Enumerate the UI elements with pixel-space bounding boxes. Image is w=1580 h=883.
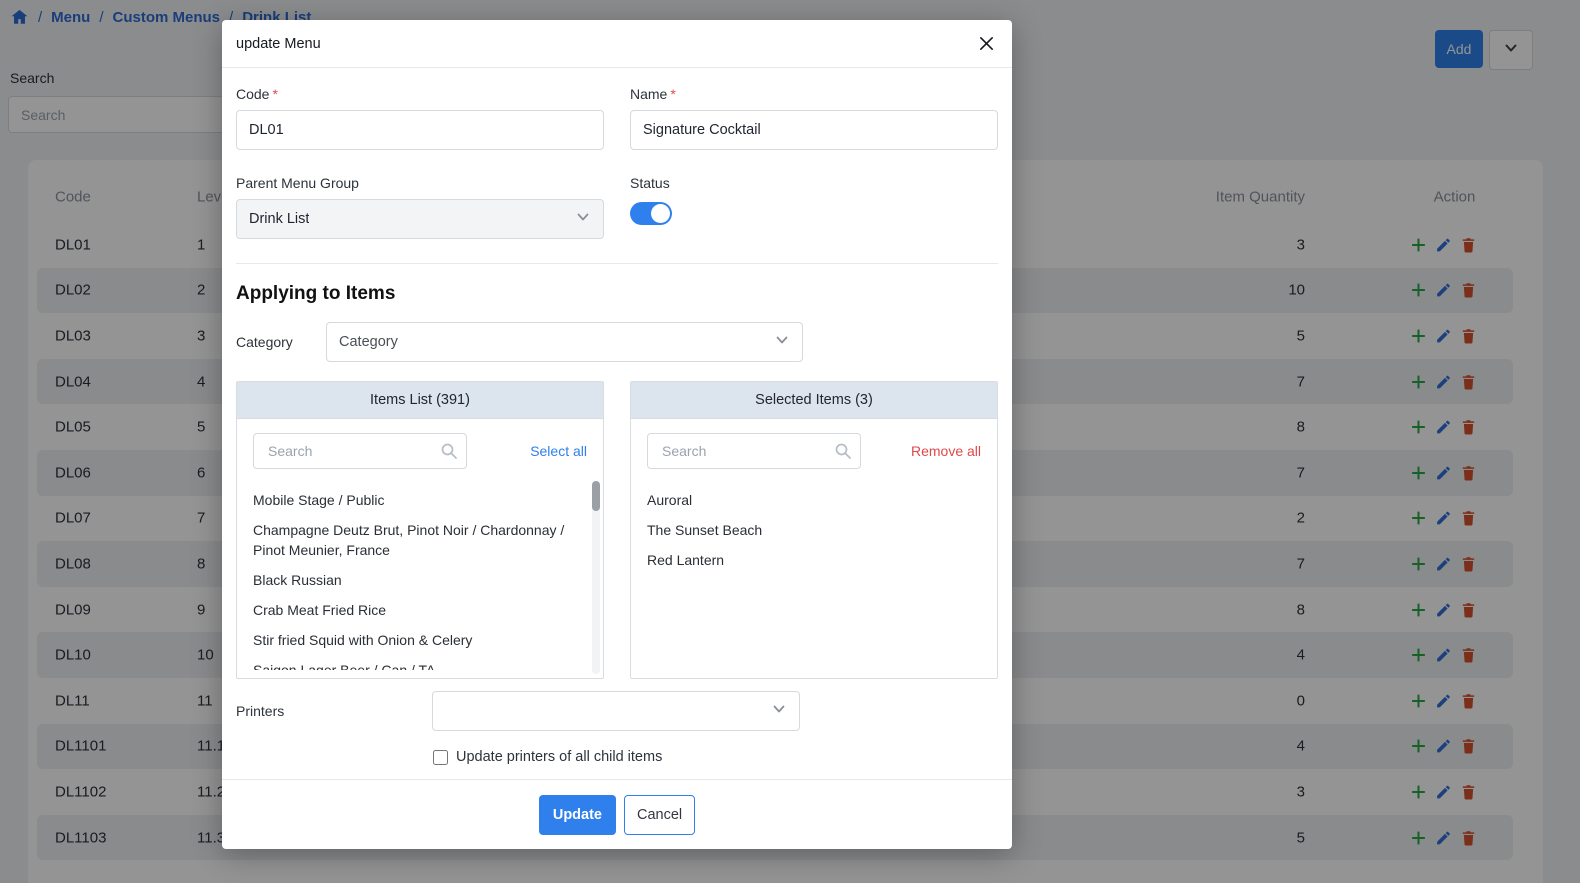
name-input[interactable]	[630, 110, 998, 150]
close-icon[interactable]	[975, 32, 998, 55]
update-button[interactable]: Update	[539, 795, 616, 835]
name-field-group: Name*	[630, 86, 998, 150]
list-item[interactable]: Red Lantern	[647, 545, 981, 575]
list-item[interactable]: Champagne Deutz Brut, Pinot Noir / Chard…	[253, 515, 587, 565]
items-list-search-input[interactable]	[253, 433, 467, 469]
items-list: Mobile Stage / PublicChampagne Deutz Bru…	[253, 485, 587, 670]
category-row: Category Category	[236, 322, 998, 362]
search-icon	[440, 442, 458, 465]
list-item[interactable]: Crab Meat Fried Rice	[253, 595, 587, 625]
printers-select[interactable]	[432, 691, 800, 731]
list-item[interactable]: Mobile Stage / Public	[253, 485, 587, 515]
modal-header: update Menu	[222, 20, 1012, 68]
selected-items-body: Remove all AuroralThe Sunset BeachRed La…	[631, 419, 997, 678]
list-item[interactable]: Saigon Lager Beer / Can / TA	[253, 655, 587, 670]
printers-row: Printers	[236, 691, 998, 731]
chevron-down-icon	[771, 701, 787, 721]
select-all-link[interactable]: Select all	[530, 443, 587, 459]
list-item[interactable]: Stir fried Squid with Onion & Celery	[253, 625, 587, 655]
cancel-button[interactable]: Cancel	[624, 795, 695, 835]
parent-menu-group-field: Parent Menu Group Drink List	[236, 175, 604, 239]
items-list-title: Items List (391)	[237, 382, 603, 419]
selected-items-search	[647, 433, 861, 469]
category-select[interactable]: Category	[326, 322, 803, 362]
category-label: Category	[236, 334, 326, 350]
update-printers-checkbox-row: Update printers of all child items	[433, 747, 998, 767]
update-printers-checkbox-label: Update printers of all child items	[456, 749, 662, 765]
selected-items-panel: Selected Items (3) Remove all	[630, 381, 998, 679]
printers-label: Printers	[236, 703, 432, 719]
modal-title: update Menu	[236, 36, 321, 52]
parent-menu-group-select[interactable]: Drink List	[236, 199, 604, 239]
remove-all-link[interactable]: Remove all	[911, 443, 981, 459]
list-item[interactable]: The Sunset Beach	[647, 515, 981, 545]
selected-items-list: AuroralThe Sunset BeachRed Lantern	[647, 485, 981, 670]
scrollbar-thumb[interactable]	[592, 481, 600, 511]
selected-items-title: Selected Items (3)	[631, 382, 997, 419]
items-list-panel: Items List (391) Select all	[236, 381, 604, 679]
toggle-knob	[651, 204, 670, 223]
section-divider	[236, 263, 998, 264]
chevron-down-icon	[774, 332, 790, 352]
required-asterisk: *	[670, 86, 675, 102]
code-field-group: Code*	[236, 86, 604, 150]
chevron-down-icon	[575, 209, 591, 229]
code-input[interactable]	[236, 110, 604, 150]
update-menu-modal: update Menu Code* Name* Parent Menu Grou…	[222, 20, 1012, 849]
modal-footer: Update Cancel	[222, 779, 1012, 849]
required-asterisk: *	[272, 86, 277, 102]
selected-items-search-input[interactable]	[647, 433, 861, 469]
parent-menu-group-label: Parent Menu Group	[236, 175, 604, 193]
list-item[interactable]: Auroral	[647, 485, 981, 515]
update-printers-checkbox[interactable]	[433, 750, 448, 765]
app-viewport: / Menu / Custom Menus / Drink List Searc…	[0, 0, 1580, 883]
status-label: Status	[630, 175, 998, 193]
status-toggle[interactable]	[630, 202, 672, 225]
search-icon	[834, 442, 852, 465]
items-list-search	[253, 433, 467, 469]
items-list-body: Select all Mobile Stage / PublicChampagn…	[237, 419, 603, 678]
modal-body: Code* Name* Parent Menu Group Drink List	[222, 68, 1012, 779]
code-label: Code*	[236, 86, 604, 104]
list-item[interactable]: Black Russian	[253, 565, 587, 595]
applying-to-items-heading: Applying to Items	[236, 280, 998, 308]
status-field: Status	[630, 175, 998, 239]
name-label: Name*	[630, 86, 998, 104]
scrollbar-track	[592, 481, 600, 674]
